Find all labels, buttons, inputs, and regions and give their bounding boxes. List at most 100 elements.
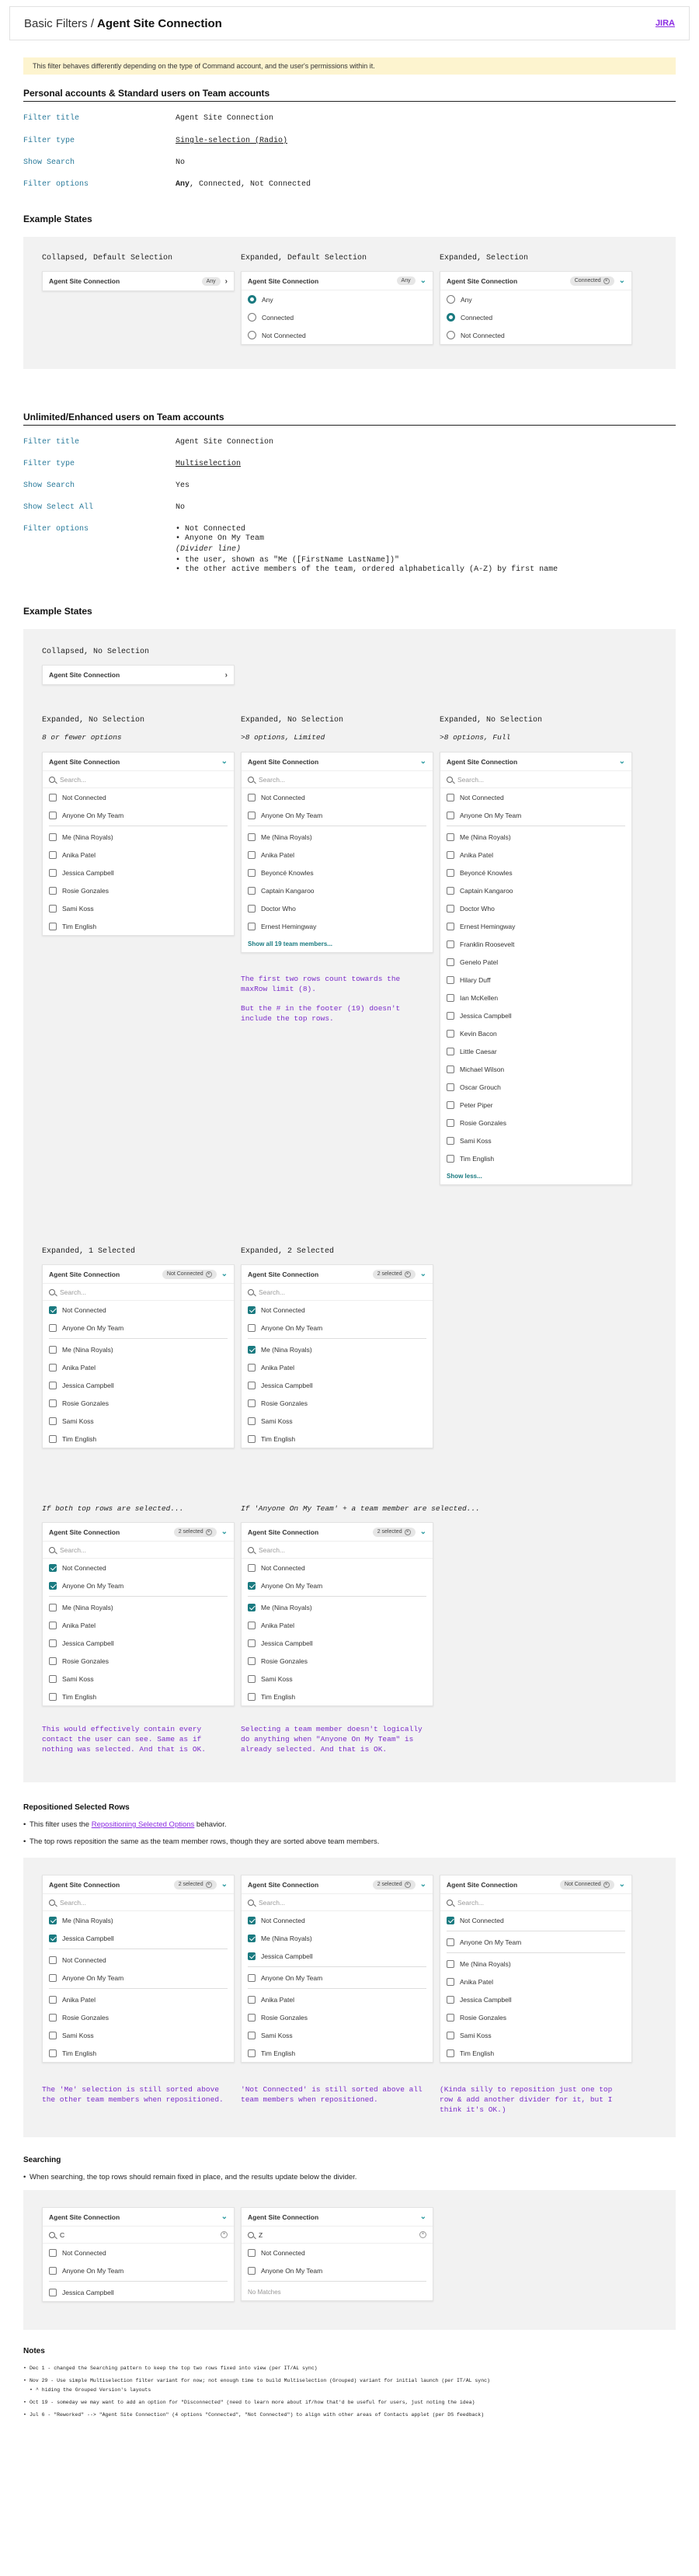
checkbox-option[interactable]: Rosie Gonzales — [242, 2008, 433, 2026]
checkbox-option[interactable]: Sami Koss — [242, 1670, 433, 1688]
checkbox-option[interactable]: Rosie Gonzales — [43, 1394, 234, 1412]
search-input[interactable]: Search... — [242, 1542, 433, 1559]
filter-header[interactable]: Agent Site Connection 2 selected × ⌄ — [242, 1876, 433, 1894]
checkbox-option[interactable]: Sami Koss — [43, 2026, 234, 2044]
checkbox-option[interactable]: Tim English — [43, 2044, 234, 2062]
checkbox-option[interactable]: Not Connected — [242, 2244, 433, 2261]
checkbox-option[interactable]: Not Connected — [43, 1301, 234, 1319]
breadcrumb[interactable]: Basic Filters / — [24, 17, 94, 30]
checkbox-option[interactable]: Anika Patel — [43, 1990, 234, 2008]
search-input[interactable]: Search... — [440, 1894, 631, 1911]
checkbox-option[interactable]: Beyoncé Knowles — [440, 864, 631, 881]
checkbox-option[interactable]: Me (Nina Royals) — [43, 1340, 234, 1358]
checkbox-option[interactable]: Sami Koss — [43, 1412, 234, 1430]
checkbox-option[interactable]: Anika Patel — [440, 846, 631, 864]
checkbox-option[interactable]: Anika Patel — [242, 1990, 433, 2008]
checkbox-option[interactable]: Jessica Campbell — [43, 1376, 234, 1394]
clear-icon[interactable]: × — [404, 1528, 411, 1535]
radio-option[interactable]: Any — [242, 290, 433, 308]
checkbox-option[interactable]: Not Connected — [440, 788, 631, 806]
checkbox-option[interactable]: Oscar Grouch — [440, 1078, 631, 1096]
checkbox-option[interactable]: Tim English — [440, 1149, 631, 1167]
filter-header[interactable]: Agent Site Connection ⌄ — [242, 2208, 433, 2227]
checkbox-option[interactable]: Sami Koss — [242, 1412, 433, 1430]
clear-icon[interactable]: × — [205, 1528, 212, 1535]
checkbox-option[interactable]: Doctor Who — [242, 899, 433, 917]
checkbox-option[interactable]: Anika Patel — [43, 1358, 234, 1376]
checkbox-option[interactable]: Anika Patel — [242, 846, 433, 864]
filter-header[interactable]: Agent Site Connection 2 selected × ⌄ — [43, 1876, 234, 1894]
checkbox-option[interactable]: Anyone On My Team — [43, 2261, 234, 2279]
checkbox-option[interactable]: Rosie Gonzales — [440, 2008, 631, 2026]
filter-card-collapsed[interactable]: Agent Site Connection Any › — [42, 271, 235, 291]
filter-header[interactable]: Agent Site Connection ⌄ — [43, 2208, 234, 2227]
checkbox-option[interactable]: Captain Kangaroo — [440, 881, 631, 899]
checkbox-option[interactable]: Sami Koss — [43, 899, 234, 917]
checkbox-option[interactable]: Not Connected — [43, 788, 234, 806]
filter-card-collapsed[interactable]: Agent Site Connection › — [42, 665, 235, 685]
checkbox-option[interactable]: Doctor Who — [440, 899, 631, 917]
checkbox-option[interactable]: Rosie Gonzales — [43, 2008, 234, 2026]
filter-header[interactable]: Agent Site Connection ⌄ — [242, 753, 433, 771]
clear-icon[interactable]: × — [404, 1271, 411, 1278]
checkbox-option[interactable]: Ernest Hemingway — [242, 917, 433, 935]
search-input[interactable]: Search... — [43, 771, 234, 788]
checkbox-option[interactable]: Tim English — [43, 1688, 234, 1705]
checkbox-option[interactable]: Little Caesar — [440, 1042, 631, 1060]
repositioning-link[interactable]: Repositioning Selected Options — [92, 1820, 195, 1829]
checkbox-option[interactable]: Me (Nina Royals) — [242, 1929, 433, 1947]
checkbox-option[interactable]: Tim English — [242, 1430, 433, 1448]
checkbox-option[interactable]: Rosie Gonzales — [242, 1394, 433, 1412]
checkbox-option[interactable]: Michael Wilson — [440, 1060, 631, 1078]
checkbox-option[interactable]: Jessica Campbell — [43, 1634, 234, 1652]
checkbox-option[interactable]: Anyone On My Team — [440, 806, 631, 824]
checkbox-option[interactable]: Anyone On My Team — [242, 2261, 433, 2279]
checkbox-option[interactable]: Anyone On My Team — [242, 1577, 433, 1594]
clear-icon[interactable]: × — [205, 1271, 212, 1278]
clear-icon[interactable]: × — [603, 277, 610, 284]
filter-header[interactable]: Agent Site Connection Any › — [43, 272, 234, 290]
checkbox-option[interactable]: Tim English — [43, 917, 234, 935]
radio-option[interactable]: Connected — [242, 308, 433, 326]
clear-icon[interactable]: × — [205, 1881, 212, 1888]
checkbox-option[interactable]: Tim English — [43, 1430, 234, 1448]
clear-search-icon[interactable]: × — [419, 2231, 426, 2238]
search-input[interactable]: Search... — [242, 1894, 433, 1911]
checkbox-option[interactable]: Not Connected — [43, 1951, 234, 1969]
checkbox-option[interactable]: Anika Patel — [43, 1616, 234, 1634]
checkbox-option[interactable]: Rosie Gonzales — [242, 1652, 433, 1670]
checkbox-option[interactable]: Franklin Roosevelt — [440, 935, 631, 953]
checkbox-option[interactable]: Not Connected — [43, 1559, 234, 1577]
checkbox-option[interactable]: Sami Koss — [43, 1670, 234, 1688]
filter-header[interactable]: Agent Site Connection ⌄ — [43, 753, 234, 771]
search-input[interactable]: Search... — [43, 1894, 234, 1911]
checkbox-option[interactable]: Anyone On My Team — [440, 1933, 631, 1951]
checkbox-option[interactable]: Anyone On My Team — [43, 1969, 234, 1987]
checkbox-option[interactable]: Not Connected — [242, 1301, 433, 1319]
filter-header[interactable]: Agent Site Connection › — [43, 666, 234, 684]
checkbox-option[interactable]: Jessica Campbell — [242, 1634, 433, 1652]
checkbox-option[interactable]: Tim English — [440, 2044, 631, 2062]
checkbox-option[interactable]: Not Connected — [242, 788, 433, 806]
checkbox-option[interactable]: Tim English — [242, 1688, 433, 1705]
filter-header[interactable]: Agent Site Connection Not Connected × ⌄ — [43, 1265, 234, 1284]
checkbox-option[interactable]: Anyone On My Team — [43, 1319, 234, 1337]
checkbox-option[interactable]: Jessica Campbell — [440, 1990, 631, 2008]
checkbox-option[interactable]: Jessica Campbell — [43, 864, 234, 881]
filter-header[interactable]: Agent Site Connection 2 selected × ⌄ — [43, 1523, 234, 1542]
checkbox-option[interactable]: Not Connected — [242, 1911, 433, 1929]
radio-option[interactable]: Connected — [440, 308, 631, 326]
checkbox-option[interactable]: Rosie Gonzales — [43, 881, 234, 899]
filter-header[interactable]: Agent Site Connection 2 selected × ⌄ — [242, 1265, 433, 1284]
checkbox-option[interactable]: Jessica Campbell — [43, 1929, 234, 1947]
checkbox-option[interactable]: Anyone On My Team — [242, 806, 433, 824]
filter-header[interactable]: Agent Site Connection ⌄ — [440, 753, 631, 771]
checkbox-option[interactable]: Rosie Gonzales — [43, 1652, 234, 1670]
checkbox-option[interactable]: Me (Nina Royals) — [242, 1340, 433, 1358]
checkbox-option[interactable]: Kevin Bacon — [440, 1024, 631, 1042]
checkbox-option[interactable]: Not Connected — [242, 1559, 433, 1577]
checkbox-option[interactable]: Anyone On My Team — [242, 1319, 433, 1337]
search-input[interactable]: C × — [43, 2227, 234, 2244]
checkbox-option[interactable]: Tim English — [242, 2044, 433, 2062]
checkbox-option[interactable]: Me (Nina Royals) — [242, 1598, 433, 1616]
